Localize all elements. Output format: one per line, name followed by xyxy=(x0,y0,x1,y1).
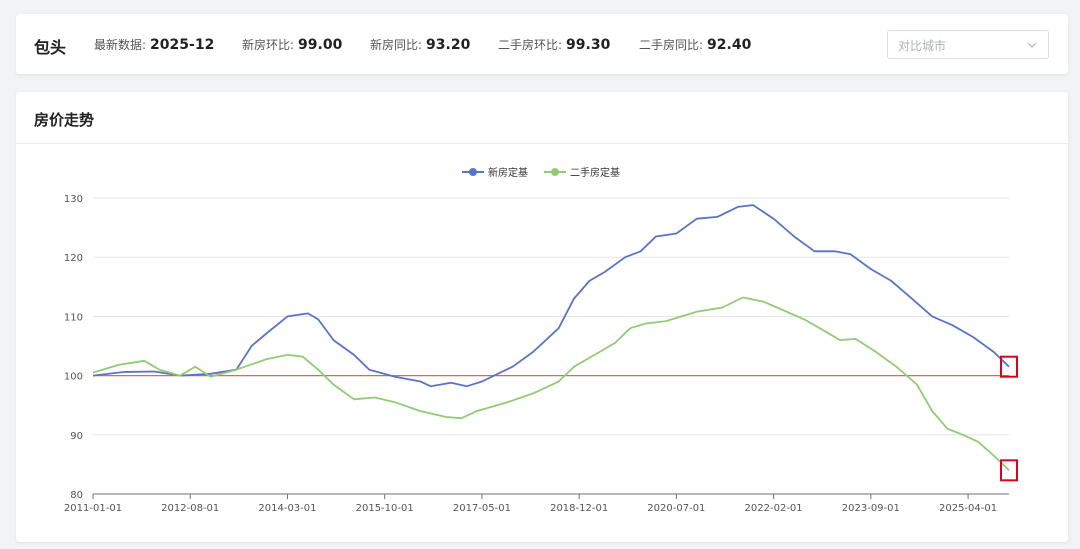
stat-value: 93.20 xyxy=(426,37,471,53)
stat-value: 99.30 xyxy=(566,37,611,53)
stat-label: 二手房同比: xyxy=(639,38,704,52)
x-tick-label: 2018-12-01 xyxy=(550,503,608,514)
x-tick-label: 2012-08-01 xyxy=(161,503,219,514)
legend-second-hand-marker xyxy=(551,168,559,176)
stat-label: 最新数据: xyxy=(94,38,147,52)
x-tick-label: 2015-10-01 xyxy=(356,503,414,514)
new-house-index-line xyxy=(92,204,1010,388)
x-tick-label: 2017-05-01 xyxy=(453,503,511,514)
stat-value: 2025-12 xyxy=(150,37,215,53)
stat-new-yoy: 新房同比: 93.20 xyxy=(370,36,470,53)
legend-second-hand-label: 二手房定基 xyxy=(570,166,620,179)
highlight-box xyxy=(1000,459,1018,482)
highlight-box xyxy=(1000,355,1018,378)
stat-second-yoy: 二手房同比: 92.40 xyxy=(639,36,751,53)
stat-second-mom: 二手房环比: 99.30 xyxy=(498,36,610,53)
y-tick-label: 120 xyxy=(64,253,83,264)
compare-city-placeholder: 对比城市 xyxy=(898,39,947,53)
price-trend-panel: 房价走势 80 90 100 110 120 130 2011-01-01 2012-08-0… xyxy=(16,92,1068,542)
x-tick-label: 2011-01-01 xyxy=(64,503,122,514)
stat-value: 92.40 xyxy=(707,37,752,53)
y-tick-label: 80 xyxy=(70,490,83,501)
second-hand-index-line xyxy=(92,296,1010,471)
stat-value: 99.00 xyxy=(298,37,343,53)
price-trend-chart: 80 90 100 110 120 130 2011-01-01 2012-08-01 2014… xyxy=(64,166,1018,514)
stat-label: 新房环比: xyxy=(242,38,295,52)
x-tick-label: 2014-03-01 xyxy=(258,503,316,514)
legend-new-house-marker xyxy=(469,168,477,176)
stat-new-mom: 新房环比: 99.00 xyxy=(242,36,342,53)
chevron-down-icon xyxy=(1027,42,1037,48)
stat-label: 新房同比: xyxy=(370,38,423,52)
y-tick-label: 110 xyxy=(64,312,83,323)
y-tick-label: 90 xyxy=(70,431,83,442)
x-tick-label: 2023-09-01 xyxy=(842,503,900,514)
x-tick-label: 2025-04-01 xyxy=(939,503,997,514)
x-tick-label: 2022-02-01 xyxy=(745,503,803,514)
compare-city-select[interactable]: 对比城市 xyxy=(887,30,1049,59)
stat-latest-data: 最新数据: 2025-12 xyxy=(94,36,214,53)
stat-label: 二手房环比: xyxy=(498,38,563,52)
summary-bar: 包头 最新数据: 2025-12 新房环比: 99.00 新房同比: 93.20 二手… xyxy=(16,14,1068,74)
y-tick-label: 100 xyxy=(64,372,83,383)
city-name: 包头 xyxy=(34,38,67,57)
y-tick-label: 130 xyxy=(64,194,83,205)
x-tick-label: 2020-07-01 xyxy=(647,503,705,514)
legend-new-house-label: 新房定基 xyxy=(488,166,528,179)
